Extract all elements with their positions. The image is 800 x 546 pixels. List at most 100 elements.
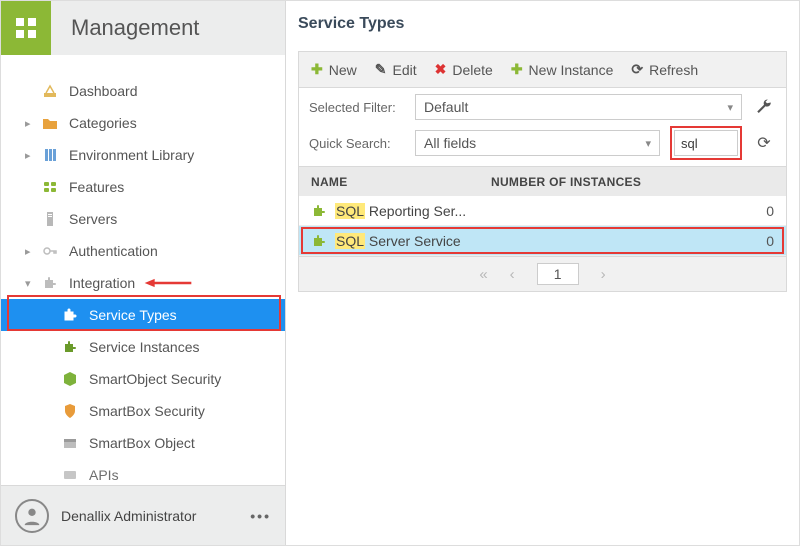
button-label: New Instance bbox=[529, 62, 614, 78]
sidebar-nav: Dashboard Categories Environment Library bbox=[1, 55, 285, 485]
dashboard-icon bbox=[41, 83, 59, 99]
pager-current-page[interactable]: 1 bbox=[537, 263, 579, 285]
sidebar-item-features[interactable]: Features bbox=[1, 171, 285, 203]
pager-first-button[interactable]: « bbox=[479, 266, 487, 283]
sidebar-item-smartbox-object[interactable]: SmartBox Object bbox=[1, 427, 285, 459]
dropdown-value: Default bbox=[424, 99, 468, 115]
new-instance-button[interactable]: ✚ New Instance bbox=[511, 61, 614, 78]
sidebar-item-label: APIs bbox=[89, 467, 119, 483]
wrench-icon bbox=[755, 98, 773, 116]
table-body: SQL Reporting Ser... 0 SQL Server Servic… bbox=[298, 196, 787, 256]
cross-icon: ✖ bbox=[435, 61, 447, 78]
refresh-icon: ⟳ bbox=[631, 61, 643, 78]
pager: « ‹ 1 › bbox=[298, 256, 787, 292]
pager-prev-button[interactable]: ‹ bbox=[510, 266, 515, 283]
table-header: NAME NUMBER OF INSTANCES bbox=[298, 166, 787, 196]
quick-search-field-dropdown[interactable]: All fields ▾ bbox=[415, 130, 660, 156]
quick-search-label: Quick Search: bbox=[309, 136, 405, 151]
folder-icon bbox=[41, 115, 59, 131]
sidebar-item-service-instances[interactable]: Service Instances bbox=[1, 331, 285, 363]
column-header-instances[interactable]: NUMBER OF INSTANCES bbox=[491, 175, 774, 189]
row-name: SQL Server Service bbox=[335, 233, 461, 249]
sidebar-item-label: SmartBox Security bbox=[89, 403, 205, 419]
app-logo[interactable] bbox=[1, 1, 51, 55]
shield-icon bbox=[61, 403, 79, 419]
sidebar-footer: Denallix Administrator ••• bbox=[1, 485, 285, 545]
sidebar-item-label: Servers bbox=[69, 211, 117, 227]
button-label: Edit bbox=[392, 62, 416, 78]
chevron-down-icon: ▾ bbox=[645, 137, 651, 150]
toolbar: ✚ New ✎ Edit ✖ Delete ✚ New Instance ⟳ R… bbox=[298, 51, 787, 87]
sidebar-item-service-types[interactable]: Service Types bbox=[1, 299, 285, 331]
sidebar-item-servers[interactable]: Servers bbox=[1, 203, 285, 235]
key-icon bbox=[41, 243, 59, 259]
column-header-name[interactable]: NAME bbox=[311, 175, 491, 189]
cube-icon bbox=[61, 371, 79, 387]
plus-icon: ✚ bbox=[511, 61, 523, 78]
filter-panel: Selected Filter: Default ▾ Quick Search:… bbox=[298, 87, 787, 166]
sidebar-item-label: Service Instances bbox=[89, 339, 200, 355]
sidebar-item-label: Dashboard bbox=[69, 83, 138, 99]
sidebar-item-dashboard[interactable]: Dashboard bbox=[1, 75, 285, 107]
avatar[interactable] bbox=[15, 499, 49, 533]
sidebar-item-label: Features bbox=[69, 179, 124, 195]
delete-button[interactable]: ✖ Delete bbox=[435, 61, 493, 78]
user-icon bbox=[21, 505, 43, 527]
refresh-icon: ⟳ bbox=[757, 133, 770, 153]
sidebar-item-label: SmartObject Security bbox=[89, 371, 221, 387]
plus-icon: ✚ bbox=[311, 61, 323, 78]
puzzle-icon bbox=[61, 307, 79, 323]
selected-filter-dropdown[interactable]: Default ▾ bbox=[415, 94, 742, 120]
row-instance-count: 0 bbox=[766, 233, 774, 249]
more-menu-button[interactable]: ••• bbox=[250, 508, 271, 524]
sidebar-item-label: Categories bbox=[69, 115, 137, 131]
puzzle-icon bbox=[311, 233, 327, 249]
puzzle-icon bbox=[41, 275, 59, 291]
dropdown-value: All fields bbox=[424, 135, 476, 151]
pager-next-button[interactable]: › bbox=[601, 266, 606, 283]
puzzle-icon bbox=[61, 339, 79, 355]
annotation-highlight-box bbox=[670, 126, 742, 160]
row-instance-count: 0 bbox=[766, 203, 774, 219]
selected-filter-label: Selected Filter: bbox=[309, 100, 405, 115]
sidebar-item-environment-library[interactable]: Environment Library bbox=[1, 139, 285, 171]
main-content: Service Types ✚ New ✎ Edit ✖ Delete ✚ Ne… bbox=[286, 1, 799, 545]
annotation-arrow-icon bbox=[143, 276, 193, 290]
server-icon bbox=[41, 211, 59, 227]
refresh-button[interactable]: ⟳ Refresh bbox=[631, 61, 698, 78]
sidebar-item-smartobject-security[interactable]: SmartObject Security bbox=[1, 363, 285, 395]
button-label: Refresh bbox=[649, 62, 698, 78]
chevron-down-icon: ▾ bbox=[727, 101, 733, 114]
sidebar-item-smartbox-security[interactable]: SmartBox Security bbox=[1, 395, 285, 427]
page-title: Service Types bbox=[298, 15, 787, 33]
sidebar-title: Management bbox=[51, 15, 285, 41]
user-name: Denallix Administrator bbox=[61, 508, 196, 524]
sidebar-item-label: Service Types bbox=[89, 307, 177, 323]
edit-button[interactable]: ✎ Edit bbox=[375, 61, 417, 78]
sidebar-item-categories[interactable]: Categories bbox=[1, 107, 285, 139]
sidebar-item-integration[interactable]: Integration bbox=[1, 267, 285, 299]
table-row[interactable]: SQL Reporting Ser... 0 bbox=[299, 196, 786, 226]
sidebar-item-authentication[interactable]: Authentication bbox=[1, 235, 285, 267]
grid-icon bbox=[14, 16, 38, 40]
quick-search-input[interactable] bbox=[674, 130, 738, 156]
sidebar-item-label: Environment Library bbox=[69, 147, 194, 163]
features-icon bbox=[41, 179, 59, 195]
table-row[interactable]: SQL Server Service 0 bbox=[299, 226, 786, 256]
button-label: New bbox=[329, 62, 357, 78]
sidebar-header: Management bbox=[1, 1, 285, 55]
filter-settings-button[interactable] bbox=[752, 95, 776, 119]
sidebar-item-label: Integration bbox=[69, 275, 135, 291]
puzzle-icon bbox=[311, 203, 327, 219]
new-button[interactable]: ✚ New bbox=[311, 61, 357, 78]
pencil-icon: ✎ bbox=[375, 61, 387, 78]
sidebar-item-label: Authentication bbox=[69, 243, 158, 259]
sidebar-item-label: SmartBox Object bbox=[89, 435, 195, 451]
button-label: Delete bbox=[452, 62, 492, 78]
library-icon bbox=[41, 147, 59, 163]
search-refresh-button[interactable]: ⟳ bbox=[752, 131, 776, 155]
box-icon bbox=[61, 435, 79, 451]
sidebar-item-apis[interactable]: APIs bbox=[1, 459, 285, 485]
row-name: SQL Reporting Ser... bbox=[335, 203, 466, 219]
api-icon bbox=[61, 467, 79, 483]
